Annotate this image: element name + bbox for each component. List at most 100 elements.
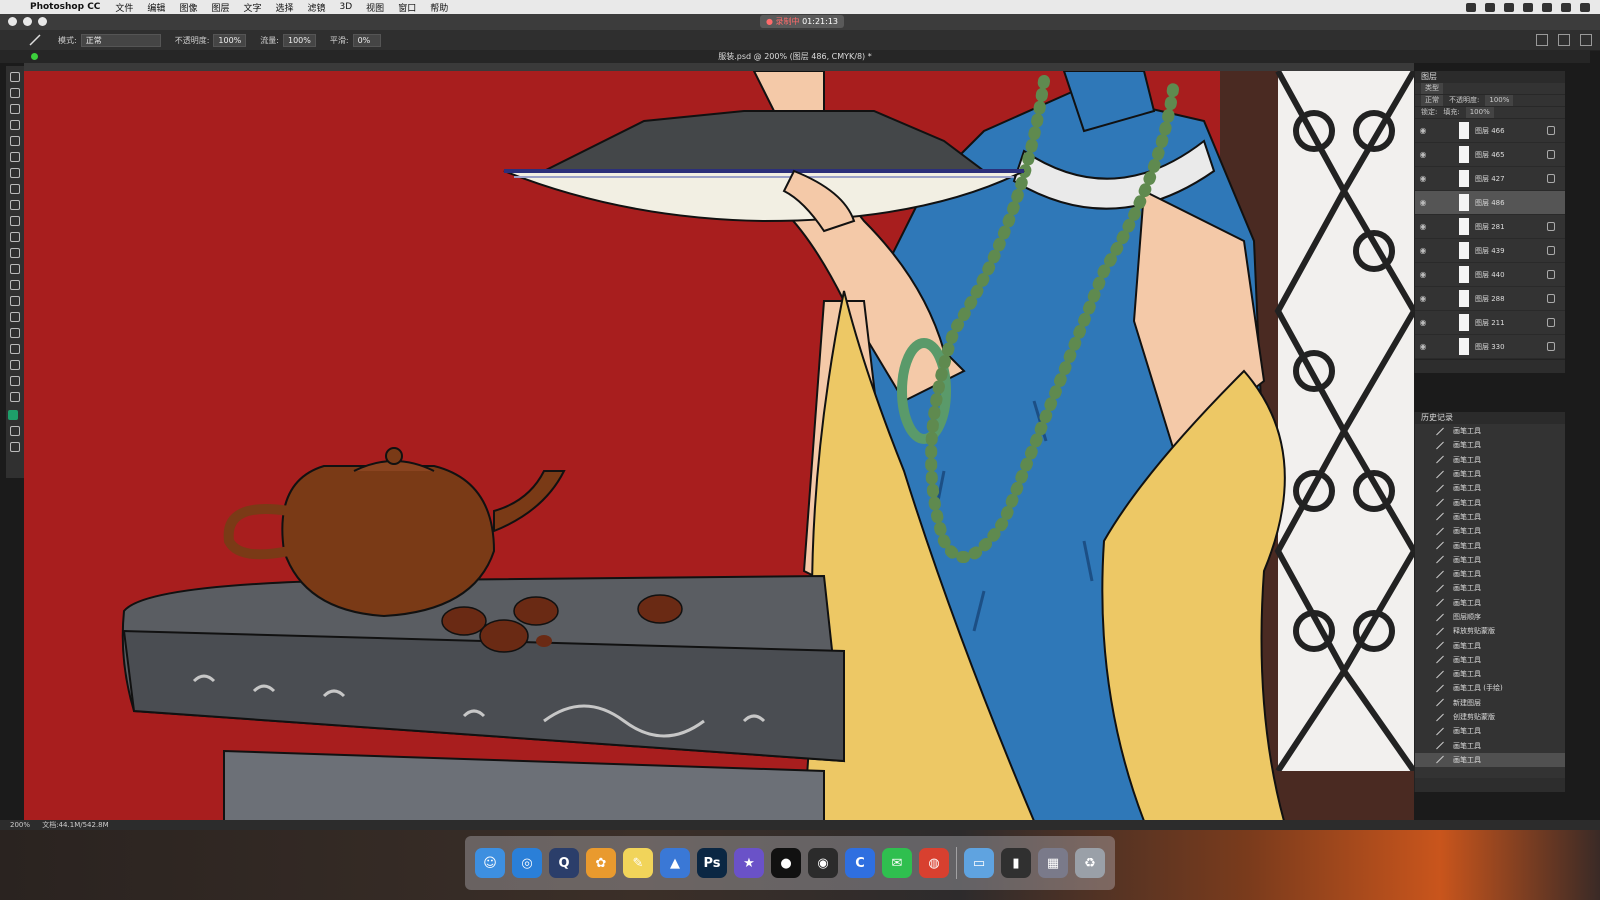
notes-icon[interactable]: ✎ [623,848,653,878]
eye-icon[interactable]: ◉ [1415,342,1431,351]
finder-icon[interactable]: ☺ [475,848,505,878]
history-item[interactable]: 画笔工具 [1415,553,1565,567]
history-item[interactable]: 创建剪贴蒙版 [1415,710,1565,724]
menu-help[interactable]: 帮助 [430,1,448,14]
layer-row[interactable]: ◉ 图层 330 [1415,335,1565,359]
magic-wand-tool-icon[interactable] [10,120,20,130]
history-item[interactable]: 画笔工具 [1415,510,1565,524]
layer-row[interactable]: ◉ 图层 440 [1415,263,1565,287]
hand-tool-icon[interactable] [10,360,20,370]
shape-tool-icon[interactable] [10,344,20,354]
eye-icon[interactable]: ◉ [1415,150,1431,159]
trash-icon[interactable]: ♻ [1075,848,1105,878]
brush-tool-icon[interactable] [28,34,44,46]
chrome-icon[interactable]: ◍ [919,848,949,878]
layers-footer-buttons[interactable] [1415,359,1565,373]
screen-mode-icon[interactable] [10,442,20,452]
eraser-tool-icon[interactable] [10,232,20,242]
eye-icon[interactable]: ◉ [1415,222,1431,231]
fill-input[interactable]: 100% [1465,107,1494,118]
layer-row[interactable]: ◉ 图层 288 [1415,287,1565,311]
eye-icon[interactable]: ◉ [1415,198,1431,207]
history-item[interactable]: 画笔工具 [1415,538,1565,552]
folder-icon[interactable]: ▭ [964,848,994,878]
layer-row-selected[interactable]: ◉ 图层 486 [1415,191,1565,215]
eye-icon[interactable]: ◉ [1415,270,1431,279]
zoom-level[interactable]: 200% [10,821,30,829]
menu-window[interactable]: 窗口 [398,1,416,14]
display-status-icon[interactable] [1504,2,1514,12]
document-canvas[interactable] [24,71,1414,821]
eye-icon[interactable]: ◉ [1415,318,1431,327]
quicktime-icon[interactable]: Q [549,848,579,878]
files-icon[interactable]: ▮ [1001,848,1031,878]
history-item[interactable]: 画笔工具 [1415,481,1565,495]
menu-file[interactable]: 文件 [115,1,133,14]
spotlight-icon[interactable] [1561,2,1571,12]
zoom-window-button[interactable] [38,17,47,26]
gradient-tool-icon[interactable] [10,248,20,258]
minimize-window-button[interactable] [23,17,32,26]
pen-tool-icon[interactable] [10,296,20,306]
qq-status-icon[interactable] [1466,2,1476,12]
close-window-button[interactable] [8,17,17,26]
menu-select[interactable]: 选择 [275,1,293,14]
menu-view[interactable]: 视图 [366,1,384,14]
history-item[interactable]: 画笔工具 [1415,739,1565,753]
eye-icon[interactable]: ◉ [1415,246,1431,255]
menu-edit[interactable]: 编辑 [147,1,165,14]
menu-filter[interactable]: 滤镜 [308,1,326,14]
layer-row[interactable]: ◉ 图层 211 [1415,311,1565,335]
menu-layer[interactable]: 图层 [211,1,229,14]
healing-tool-icon[interactable] [10,168,20,178]
layer-filter-select[interactable]: 类型 [1421,83,1443,94]
move-tool-icon[interactable] [10,72,20,82]
more-tools-icon[interactable] [10,392,20,402]
photoshop-icon[interactable]: Ps [697,848,727,878]
menu-type[interactable]: 文字 [243,1,261,14]
history-item[interactable]: 画笔工具 [1415,581,1565,595]
zoom-tool-icon[interactable] [10,376,20,386]
history-item[interactable]: 画笔工具 [1415,724,1565,738]
wechat-icon[interactable]: ✉ [882,848,912,878]
history-footer-buttons[interactable] [1415,778,1565,792]
type-tool-icon[interactable] [10,312,20,322]
history-item[interactable]: 画笔工具 [1415,424,1565,438]
workspace-icon[interactable] [1558,34,1570,46]
layer-opacity-input[interactable]: 100% [1485,95,1514,106]
layer-row[interactable]: ◉ 图层 465 [1415,143,1565,167]
keynote-icon[interactable]: ▲ [660,848,690,878]
opacity-input[interactable]: 100% [213,33,247,47]
battery-icon[interactable] [1542,2,1552,12]
search-icon[interactable] [1536,34,1548,46]
blend-mode-select[interactable]: 正常 [1421,95,1443,106]
foreground-color-swatch[interactable] [8,410,18,420]
history-item[interactable]: 画笔工具 [1415,453,1565,467]
notification-icon[interactable] [1580,2,1590,12]
blur-tool-icon[interactable] [10,264,20,274]
flow-input[interactable]: 100% [282,33,316,47]
layer-row[interactable]: ◉ 图层 427 [1415,167,1565,191]
wifi-icon[interactable] [1523,2,1533,12]
dodge-tool-icon[interactable] [10,280,20,290]
history-item[interactable]: 新建图层 [1415,696,1565,710]
history-item[interactable]: 图层顺序 [1415,610,1565,624]
eye-icon[interactable]: ◉ [1415,126,1431,135]
history-item[interactable]: 画笔工具 [1415,596,1565,610]
smoothing-input[interactable]: 0% [352,33,381,47]
menu-3d[interactable]: 3D [340,2,353,12]
document-tab[interactable]: 服装.psd @ 200% (图层 486, CMYK/8) * [0,50,1590,63]
crop-tool-icon[interactable] [10,136,20,146]
stamp-tool-icon[interactable] [10,200,20,210]
imovie-icon[interactable]: ★ [734,848,764,878]
layer-row[interactable]: ◉ 图层 281 [1415,215,1565,239]
quick-mask-icon[interactable] [10,426,20,436]
history-item[interactable]: 画笔工具 [1415,638,1565,652]
history-item[interactable]: 释放剪贴蒙版 [1415,624,1565,638]
path-select-tool-icon[interactable] [10,328,20,338]
launchpad-icon[interactable]: ▦ [1038,848,1068,878]
layer-row[interactable]: ◉ 图层 466 [1415,119,1565,143]
history-brush-tool-icon[interactable] [10,216,20,226]
browser-icon[interactable]: C [845,848,875,878]
eye-icon[interactable]: ◉ [1415,174,1431,183]
